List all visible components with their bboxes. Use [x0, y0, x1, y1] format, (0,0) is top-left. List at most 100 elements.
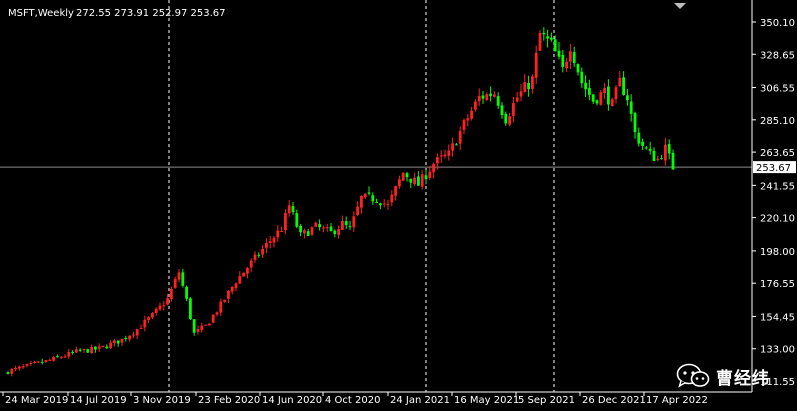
- candle-body: [143, 319, 147, 328]
- candle-body: [303, 230, 306, 234]
- candle-body: [580, 71, 584, 84]
- candle-body: [572, 52, 576, 64]
- candle-body: [379, 203, 382, 206]
- candle-body: [409, 178, 413, 183]
- candle-body: [451, 143, 454, 151]
- price-tick-label: 241.55: [760, 181, 795, 192]
- candle-body: [230, 286, 234, 292]
- candle-body: [124, 337, 128, 339]
- candle-body: [569, 51, 572, 62]
- price-tick-label: 306.55: [760, 84, 795, 95]
- candle-body: [504, 113, 508, 124]
- candle-body: [485, 94, 489, 101]
- candle-body: [116, 340, 120, 344]
- price-tick-label: 285.10: [760, 116, 795, 127]
- candle-body: [561, 54, 565, 67]
- candle-body: [291, 206, 295, 213]
- candle-body: [542, 32, 546, 35]
- candle-body: [37, 361, 40, 363]
- candle-body: [97, 346, 101, 349]
- time-tick-label: 4 Oct 2020: [325, 395, 380, 406]
- candle-body: [667, 144, 671, 154]
- candle-body: [306, 231, 310, 236]
- candle-body: [215, 312, 219, 315]
- candle-body: [648, 148, 652, 151]
- candle-body: [386, 203, 390, 205]
- candle-body: [344, 221, 348, 226]
- candle-body: [227, 290, 230, 299]
- candle-body: [71, 351, 74, 353]
- time-tick-label: 14 Jun 2020: [262, 395, 322, 406]
- candle-body: [527, 82, 530, 90]
- candle-body: [14, 367, 17, 370]
- candle-body: [63, 356, 67, 358]
- candle-body: [333, 230, 337, 235]
- candle-body: [18, 366, 21, 369]
- candle-body: [546, 36, 549, 39]
- candle-body: [189, 298, 192, 320]
- candle-body: [512, 103, 515, 116]
- candle-body: [470, 110, 473, 119]
- chart-symbol-label: MSFT,Weekly: [8, 8, 74, 19]
- candle-body: [29, 363, 33, 365]
- candle-body: [56, 356, 59, 358]
- candle-body: [405, 173, 409, 178]
- time-tick-label: 5 Sep 2021: [518, 395, 575, 406]
- candle-body: [417, 176, 420, 186]
- price-tick-label: 198.00: [760, 247, 795, 258]
- candle-body: [238, 276, 242, 284]
- candle-body: [280, 231, 283, 233]
- candle-body: [147, 317, 150, 321]
- candle-body: [553, 39, 557, 52]
- price-tick-label: 350.10: [760, 18, 795, 29]
- candle-body: [287, 205, 291, 214]
- candle-body: [618, 77, 622, 87]
- candle-body: [48, 359, 52, 361]
- candle-body: [443, 154, 447, 157]
- candle-body: [489, 93, 492, 97]
- candle-body: [223, 299, 226, 302]
- candle-body: [523, 82, 527, 93]
- price-chart[interactable]: 350.10 328.65 306.55 285.10 263.65 241.55 220.…: [0, 0, 797, 411]
- candle-body: [500, 105, 504, 116]
- candle-body: [352, 216, 356, 228]
- candle-body: [348, 226, 352, 228]
- candle-body: [284, 213, 287, 231]
- price-tick-label: 220.10: [760, 214, 795, 225]
- candle-body: [310, 227, 314, 235]
- candle-body: [40, 361, 44, 363]
- candle-body: [565, 61, 568, 69]
- candle-body: [299, 225, 302, 233]
- candle-body: [458, 131, 462, 144]
- candle-body: [25, 364, 29, 366]
- candle-body: [128, 335, 131, 340]
- current-price-text: 253.67: [756, 163, 791, 174]
- candle-body: [496, 96, 500, 106]
- candle-body: [645, 147, 648, 149]
- candle-body: [432, 164, 435, 173]
- candle-body: [268, 241, 272, 243]
- candle-body: [249, 260, 253, 268]
- candle-body: [257, 254, 261, 256]
- candle-body: [477, 95, 481, 102]
- candle-body: [170, 288, 173, 299]
- time-tick-label: 3 Nov 2019: [133, 395, 191, 406]
- candle-body: [162, 305, 166, 307]
- candle-body: [325, 227, 329, 229]
- candle-body: [481, 95, 485, 99]
- candle-body: [508, 116, 511, 125]
- candle-body: [474, 101, 477, 110]
- candle-body: [200, 325, 204, 331]
- candle-body: [626, 95, 629, 101]
- chart-ohlc-label: 272.55 273.91 252.97 253.67: [76, 8, 226, 19]
- candle-body: [557, 50, 561, 57]
- candle-body: [6, 372, 10, 374]
- candle-body: [390, 194, 394, 203]
- candle-body: [67, 351, 71, 357]
- candle-body: [424, 175, 428, 180]
- wechat-logo-icon: [676, 363, 710, 388]
- candle-body: [519, 91, 523, 97]
- candle-body: [607, 86, 610, 105]
- price-tick-label: 154.45: [760, 312, 795, 323]
- candle-body: [576, 64, 580, 73]
